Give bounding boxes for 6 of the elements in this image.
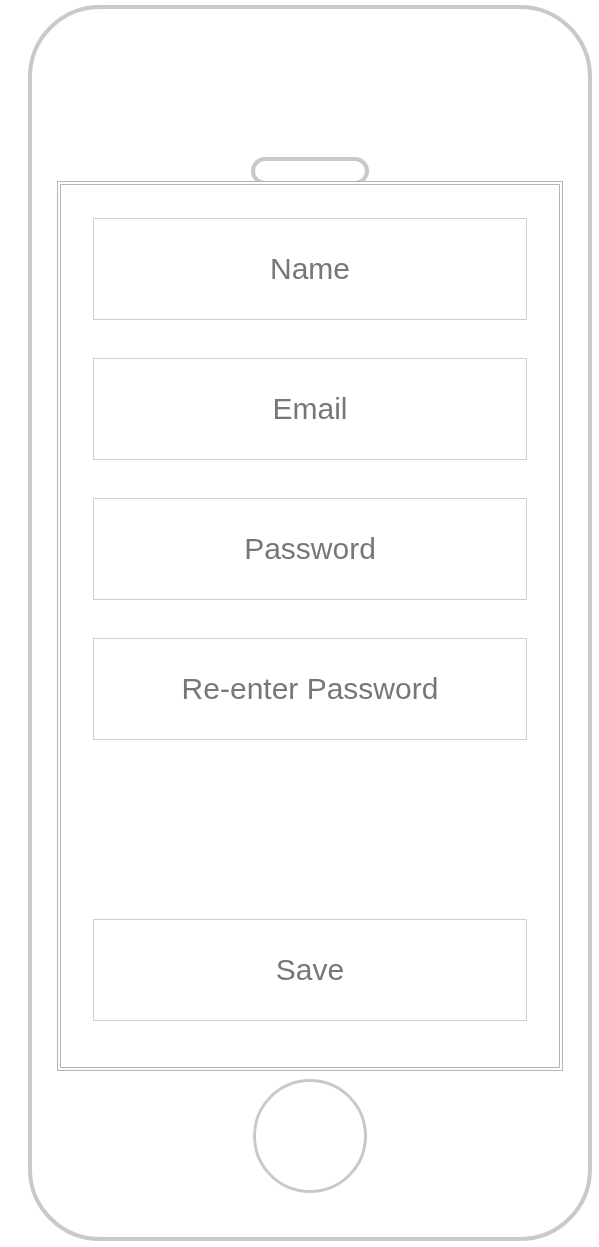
home-button[interactable] (253, 1079, 367, 1193)
input-field[interactable]: Email (93, 358, 527, 460)
input-field[interactable]: Re-enter Password (93, 638, 527, 740)
input-field[interactable]: Password (93, 498, 527, 600)
save-button[interactable]: Save (93, 919, 527, 1021)
input-field[interactable]: Name (93, 218, 527, 320)
